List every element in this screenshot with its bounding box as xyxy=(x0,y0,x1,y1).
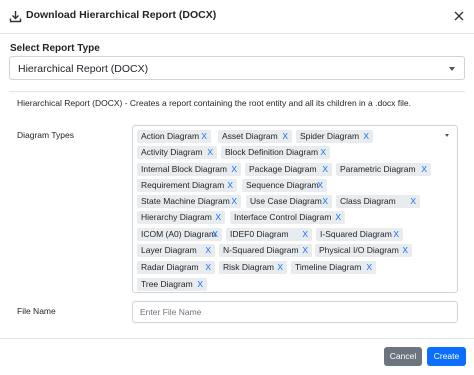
remove-chip-icon[interactable]: X xyxy=(282,130,288,143)
remove-chip-icon[interactable]: X xyxy=(302,228,308,241)
remove-chip-icon[interactable]: X xyxy=(322,163,328,176)
close-icon[interactable] xyxy=(452,9,466,23)
remove-chip-icon[interactable]: X xyxy=(197,278,203,291)
remove-chip-icon[interactable]: X xyxy=(421,163,427,176)
remove-chip-icon[interactable]: X xyxy=(393,228,399,241)
dialog-header: Download Hierarchical Report (DOCX) xyxy=(0,0,474,34)
diagram-chip-label: Internal Block Diagram xyxy=(141,164,227,174)
remove-chip-icon[interactable]: X xyxy=(402,244,408,257)
remove-chip-icon[interactable]: X xyxy=(320,146,326,159)
remove-chip-icon[interactable]: X xyxy=(231,195,237,208)
create-button[interactable]: Create xyxy=(427,347,466,366)
diagram-chip-label: Block Definition Diagram xyxy=(225,147,319,157)
diagram-chip: Requirement Diagram X xyxy=(137,179,237,192)
diagram-chip: Action Diagram X xyxy=(137,130,211,143)
diagram-chip-label: I-Squared Diagram xyxy=(320,229,392,239)
diagram-chip-label: State Machine Diagram xyxy=(141,196,230,206)
diagram-chip: Layer Diagram X xyxy=(137,244,215,257)
diagram-chip-label: Tree Diagram xyxy=(141,279,193,289)
remove-chip-icon[interactable]: X xyxy=(212,228,218,241)
diagram-chip-label: Layer Diagram xyxy=(141,245,197,255)
divider xyxy=(9,91,465,92)
diagram-chip-label: N-Squared Diagram xyxy=(223,245,299,255)
report-type-label: Select Report Type xyxy=(10,43,100,54)
diagram-chip-label: Timeline Diagram xyxy=(295,262,362,272)
remove-chip-icon[interactable]: X xyxy=(322,195,328,208)
diagram-chip-label: Sequence Diagram xyxy=(246,180,319,190)
diagram-chip-label: Hierarchy Diagram xyxy=(141,212,212,222)
remove-chip-icon[interactable]: X xyxy=(410,195,416,208)
diagram-chip: ICOM (A0) Diagram X xyxy=(137,228,222,241)
chevron-down-icon xyxy=(449,67,455,71)
diagram-chip-label: Action Diagram xyxy=(141,131,200,141)
diagram-chip-label: ICOM (A0) Diagram xyxy=(141,229,217,239)
diagram-chip: Sequence Diagram X xyxy=(242,179,327,192)
diagram-chip-label: Parametric Diagram xyxy=(340,164,416,174)
diagram-chip-label: Risk Diagram xyxy=(223,262,275,272)
diagram-chip: N-Squared Diagram X xyxy=(219,244,312,257)
remove-chip-icon[interactable]: X xyxy=(207,146,213,159)
file-name-input[interactable] xyxy=(132,301,458,323)
diagram-chip: Radar Diagram X xyxy=(137,261,215,274)
remove-chip-icon[interactable]: X xyxy=(363,130,369,143)
diagram-chip: Activity Diagram X xyxy=(137,146,217,159)
diagram-chip-label: Class Diagram xyxy=(340,196,396,206)
remove-chip-icon[interactable]: X xyxy=(302,244,308,257)
diagram-chip: I-Squared Diagram X xyxy=(316,228,403,241)
remove-chip-icon[interactable]: X xyxy=(231,163,237,176)
diagram-chip: Block Definition Diagram X xyxy=(221,146,330,159)
diagram-chip: Class Diagram X xyxy=(336,195,420,208)
diagram-chip: IDEF0 Diagram X xyxy=(226,228,312,241)
report-description: Hierarchical Report (DOCX) - Creates a r… xyxy=(17,98,412,108)
diagram-chip-label: Physical I/O Diagram xyxy=(319,245,399,255)
diagram-chip: Spider Diagram X xyxy=(296,130,373,143)
diagram-chip: State Machine Diagram X xyxy=(137,195,241,208)
remove-chip-icon[interactable]: X xyxy=(366,261,372,274)
diagram-chip-label: Package Diagram xyxy=(249,164,317,174)
remove-chip-icon[interactable]: X xyxy=(215,211,221,224)
diagram-chip-label: Radar Diagram xyxy=(141,262,199,272)
remove-chip-icon[interactable]: X xyxy=(205,244,211,257)
diagram-chip-label: IDEF0 Diagram xyxy=(230,229,289,239)
diagram-chip-label: Use Case Diagram xyxy=(250,196,322,206)
diagram-chip: Hierarchy Diagram X xyxy=(137,211,225,224)
remove-chip-icon[interactable]: X xyxy=(335,211,341,224)
remove-chip-icon[interactable]: X xyxy=(227,179,233,192)
chevron-down-icon[interactable] xyxy=(445,134,449,137)
diagram-chip-label: Requirement Diagram xyxy=(141,180,225,190)
diagram-chip-label: Activity Diagram xyxy=(141,147,203,157)
diagram-chip: Use Case Diagram X xyxy=(246,195,332,208)
diagram-types-label: Diagram Types xyxy=(17,130,75,140)
diagram-chip: Tree Diagram X xyxy=(137,278,207,291)
diagram-chip-label: Asset Diagram xyxy=(222,131,278,141)
diagram-chip: Timeline Diagram X xyxy=(291,261,376,274)
dialog-title: Download Hierarchical Report (DOCX) xyxy=(26,9,217,21)
file-name-label: File Name xyxy=(17,306,56,316)
diagram-chip-label: Spider Diagram xyxy=(300,131,360,141)
diagram-chip: Asset Diagram X xyxy=(218,130,292,143)
report-type-value: Hierarchical Report (DOCX) xyxy=(18,63,149,75)
diagram-chip: Risk Diagram X xyxy=(219,261,287,274)
diagram-chip: Package Diagram X xyxy=(245,163,332,176)
remove-chip-icon[interactable]: X xyxy=(277,261,283,274)
cancel-button[interactable]: Cancel xyxy=(384,347,422,366)
diagram-chip: Physical I/O Diagram X xyxy=(315,244,412,257)
remove-chip-icon[interactable]: X xyxy=(205,261,211,274)
remove-chip-icon[interactable]: X xyxy=(317,179,323,192)
download-report-dialog: Download Hierarchical Report (DOCX) Sele… xyxy=(0,0,474,375)
diagram-chip: Parametric Diagram X xyxy=(336,163,431,176)
diagram-chip-label: Interface Control Diagram xyxy=(234,212,332,222)
footer-divider xyxy=(0,338,474,339)
remove-chip-icon[interactable]: X xyxy=(201,130,207,143)
diagram-chip: Internal Block Diagram X xyxy=(137,163,241,176)
diagram-chip: Interface Control Diagram X xyxy=(230,211,345,224)
report-type-select[interactable]: Hierarchical Report (DOCX) xyxy=(9,56,465,80)
download-icon xyxy=(9,11,22,23)
